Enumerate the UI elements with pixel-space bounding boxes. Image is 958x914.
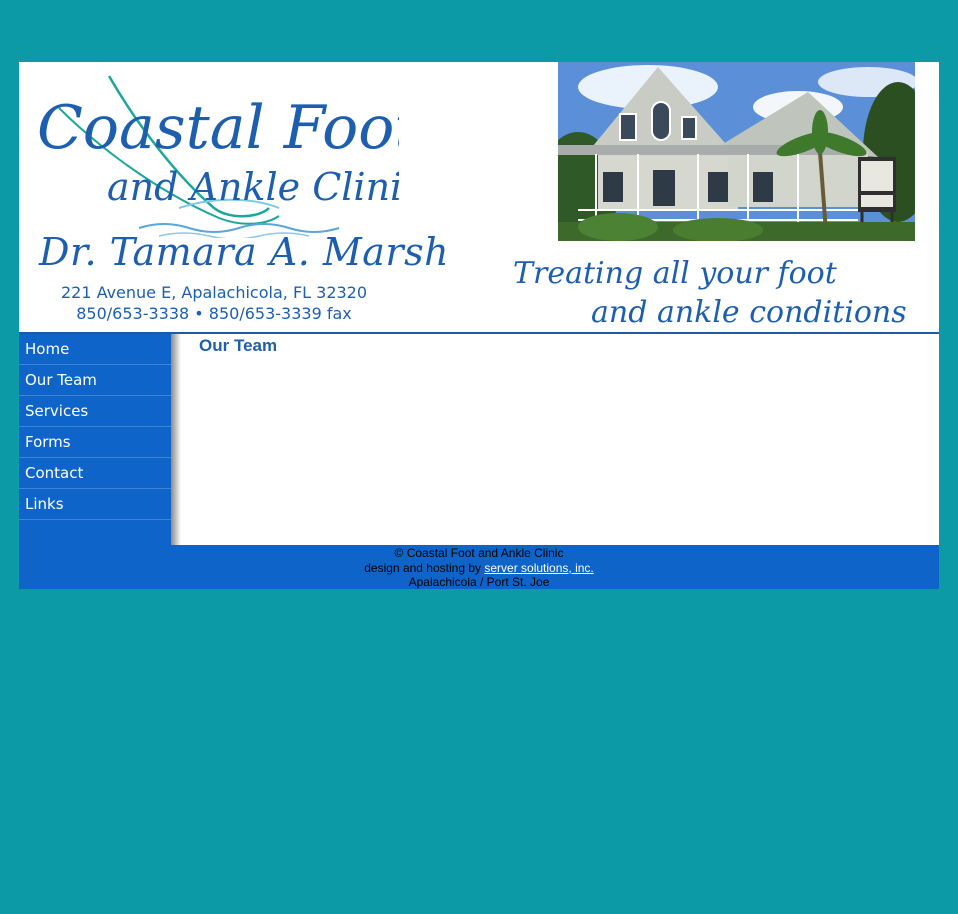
doctor-name: Dr. Tamara A. Marsh	[39, 230, 450, 274]
footer-credit: design and hosting by server solutions, …	[19, 561, 939, 576]
site-header: Coastal Foot and Ankle Clinic Dr. Tamara…	[19, 62, 939, 334]
nav-item-services[interactable]: Services	[19, 396, 171, 427]
nav-item-contact[interactable]: Contact	[19, 458, 171, 489]
footer-credit-prefix: design and hosting by	[364, 560, 482, 575]
tagline-line-2: and ankle conditions	[591, 295, 907, 330]
nav-item-forms[interactable]: Forms	[19, 427, 171, 458]
footer-copyright: © Coastal Foot and Ankle Clinic	[394, 546, 564, 560]
nav-item-home[interactable]: Home	[19, 334, 171, 365]
nav-item-links[interactable]: Links	[19, 489, 171, 520]
page-title: Our Team	[199, 336, 278, 355]
page-container: Coastal Foot and Ankle Clinic Dr. Tamara…	[19, 62, 939, 589]
logo-line-2: and Ankle Clinic	[107, 165, 399, 209]
nav-item-our-team[interactable]: Our Team	[19, 365, 171, 396]
logo-line-1: Coastal Foot	[37, 93, 399, 163]
sidebar-shadow	[171, 334, 181, 546]
sidebar-nav: Home Our Team Services Forms Contact Lin…	[19, 334, 171, 546]
tagline-line-1: Treating all your foot	[513, 256, 837, 291]
clinic-building-photo	[558, 62, 915, 241]
clinic-phones: 850/653-3338 • 850/653-3339 fax	[76, 304, 352, 323]
site-footer: © Coastal Foot and Ankle Clinic design a…	[19, 545, 939, 589]
clinic-logo[interactable]: Coastal Foot and Ankle Clinic	[29, 68, 399, 238]
footer-locations: Apalachicola / Port St. Joe	[408, 575, 550, 589]
clinic-address: 221 Avenue E, Apalachicola, FL 32320	[60, 283, 368, 302]
footer-credit-link[interactable]: server solutions, inc.	[484, 561, 593, 575]
